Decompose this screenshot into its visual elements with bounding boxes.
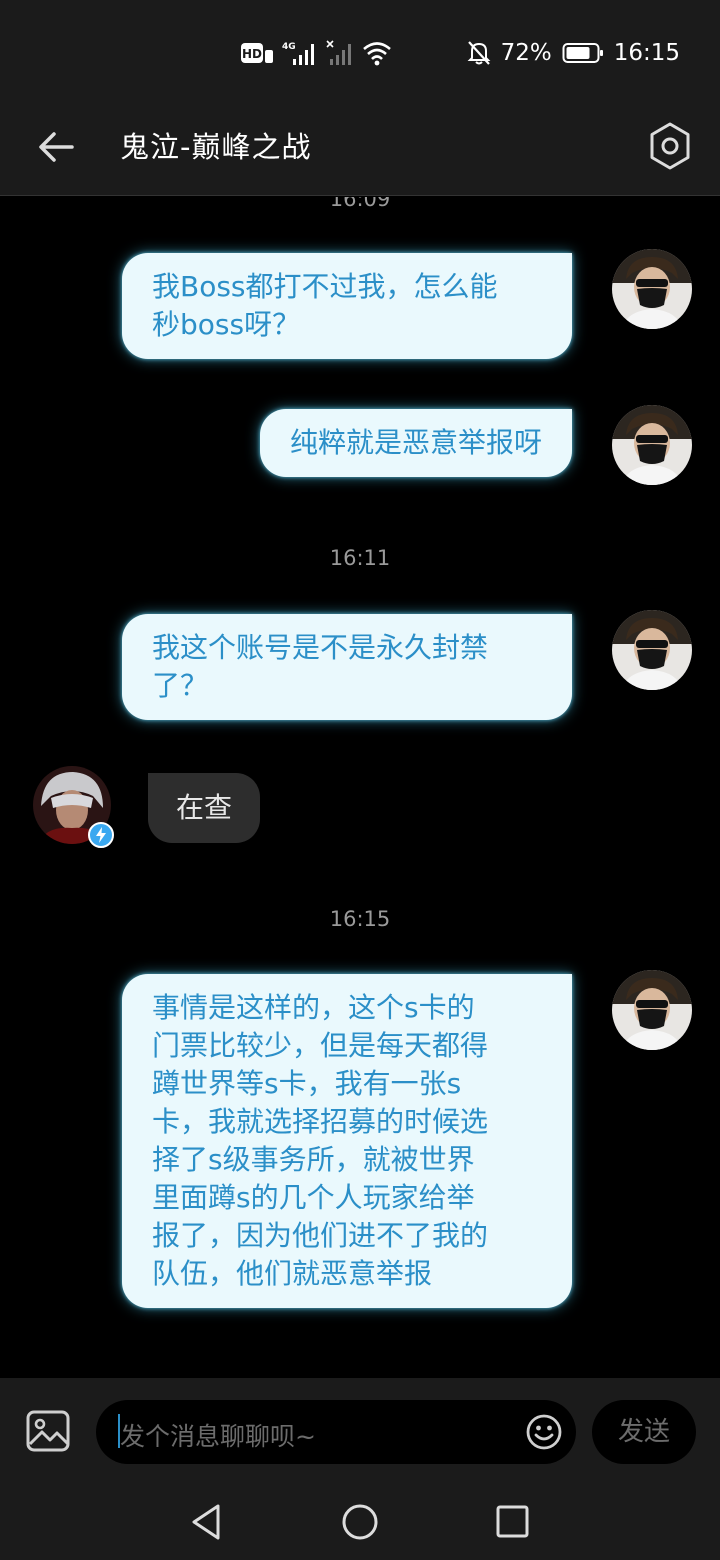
avatar[interactable] [612,970,692,1050]
message-text-line: 我Boss都打不过我，怎么能 [152,270,498,303]
settings-hexagon-icon [650,122,690,170]
image-icon [26,1410,70,1452]
settings-button[interactable] [646,120,694,172]
message-bubble-outgoing[interactable]: 纯粹就是恶意举报呀 [259,409,572,477]
send-button[interactable]: 发送 [592,1400,696,1464]
back-button[interactable] [32,122,82,172]
message-bubble-outgoing[interactable]: 事情是这样的，这个s卡的 门票比较少，但是每天都得 蹲世界等s卡，我有一张s 卡… [122,974,572,1308]
message-composer: 发个消息聊聊呗~ 发送 [0,1378,720,1484]
message-text-line: 蹲世界等s卡，我有一张s [152,1067,462,1100]
status-bar: HD 4G 72% 16:15 [0,0,720,104]
message-text-line: 纯粹就是恶意举报呀 [289,426,542,459]
mute-bell-icon [467,41,490,65]
page-title: 鬼泣-巅峰之战 [120,130,312,164]
system-nav-bar [0,1484,720,1560]
nav-recents-button[interactable] [490,1500,534,1544]
message-text-line: 里面蹲s的几个人玩家给举 [152,1181,475,1214]
user-avatar-image [612,405,692,485]
status-time: 16:15 [613,40,680,66]
message-bubble-outgoing[interactable]: 我这个账号是不是永久封禁 了？ [122,614,572,720]
svg-text:4G: 4G [282,42,296,52]
avatar[interactable] [612,249,692,329]
image-button[interactable] [26,1410,70,1452]
emoji-button[interactable] [526,1414,562,1450]
emoji-icon [526,1414,562,1450]
status-network-group: HD 4G [240,40,392,66]
chat-header: 鬼泣-巅峰之战 [0,104,720,196]
message-bubble-outgoing[interactable]: 我Boss都打不过我，怎么能 秒boss呀？ [122,253,572,359]
timestamp: 16:11 [329,546,391,570]
nav-back-button[interactable] [184,1500,228,1544]
message-bubble-incoming[interactable]: 在查 [148,773,261,843]
message-text-line: 卡，我就选择招募的时候选 [152,1105,489,1138]
hd-icon: HD [241,43,273,63]
battery-percent: 72% [500,40,552,66]
message-text-line: 报了，因为他们进不了我的 [152,1219,489,1252]
timestamp: 16:09 [329,197,391,211]
nav-back-icon [192,1504,220,1540]
message-input-placeholder: 发个消息聊聊呗~ [120,1422,316,1451]
message-text-line: 秒boss呀？ [152,308,301,341]
message-text-line: 在查 [176,791,233,824]
user-avatar-image [612,249,692,329]
user-avatar-image [612,610,692,690]
back-arrow-icon [39,132,74,162]
message-text-line: 了？ [152,669,209,702]
message-text-line: 我这个账号是不是永久封禁 [152,631,489,664]
wifi-icon [363,42,391,66]
message-text-line: 门票比较少，但是每天都得 [152,1029,489,1062]
message-text-line: 队伍，他们就恶意举报 [152,1257,433,1290]
nav-home-button[interactable] [338,1500,382,1544]
timestamp: 16:15 [329,907,391,931]
status-right-group: 72% 16:15 [467,38,680,68]
avatar[interactable] [612,610,692,690]
message-text-line: 择了s级事务所，就被世界 [152,1143,475,1176]
nav-recents-icon [496,1505,529,1538]
svg-text:HD: HD [242,47,262,61]
signal-icon: 4G [282,42,314,65]
message-text-line: 事情是这样的，这个s卡的 [152,991,475,1024]
user-avatar-image [612,970,692,1050]
message-list[interactable]: 16:09 我Boss都打不过我，怎么能 秒boss呀？ 纯粹就是恶意举报呀 1… [0,197,720,1377]
message-input[interactable]: 发个消息聊聊呗~ [96,1400,576,1464]
verified-badge-icon [88,822,114,848]
nav-home-icon [342,1504,378,1540]
avatar[interactable] [612,405,692,485]
battery-icon [562,43,603,63]
no-signal-icon [326,40,351,65]
